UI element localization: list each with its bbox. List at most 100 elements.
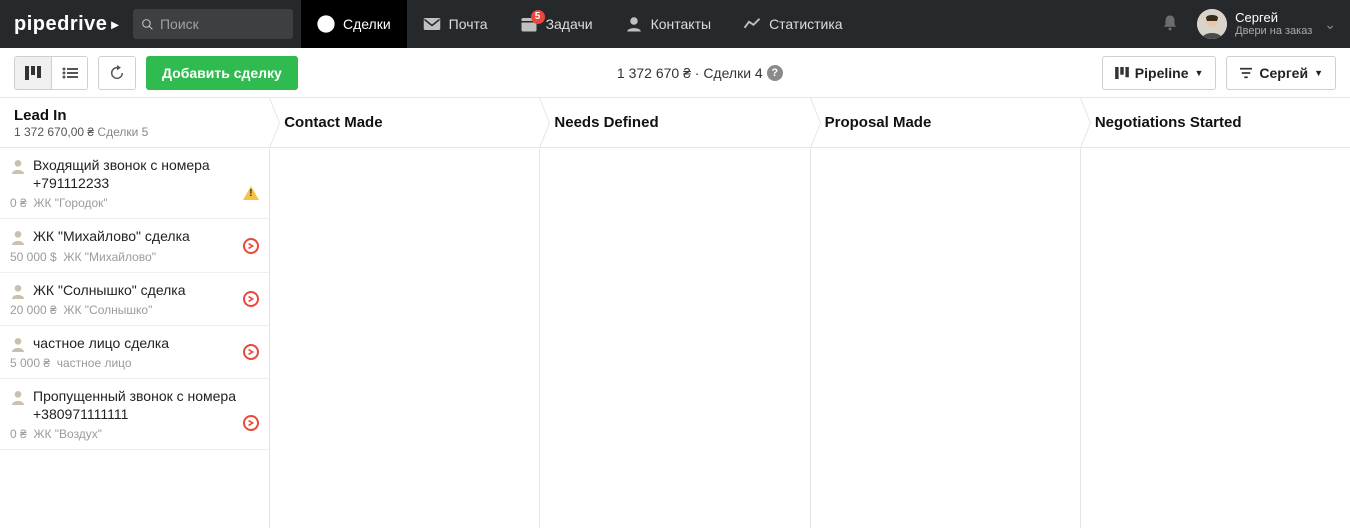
nav-deals[interactable]: $ Сделки — [301, 0, 407, 48]
deal-meta: 0 ₴ ЖК "Городок" — [10, 196, 259, 210]
list-icon — [62, 67, 78, 79]
deal-card[interactable]: частное лицо сделка 5 000 ₴ частное лицо — [0, 326, 269, 379]
stage-title: Negotiations Started — [1095, 114, 1336, 131]
deal-meta: 20 000 ₴ ЖК "Солнышко" — [10, 303, 259, 317]
deal-value: 0 ₴ — [10, 427, 27, 441]
envelope-icon — [423, 15, 441, 33]
nav-label: Статистика — [769, 16, 843, 32]
stage-lead-in: Lead In 1 372 670,00 ₴ Сделки 5 Входящий… — [0, 98, 270, 528]
deal-meta: 5 000 ₴ частное лицо — [10, 356, 259, 370]
pipeline-select[interactable]: Pipeline ▼ — [1102, 56, 1217, 90]
chevron-down-icon: ⌄ — [1320, 16, 1336, 33]
stage-header[interactable]: Proposal Made — [811, 98, 1080, 148]
stage-cards: Входящий звонок с номера +791112233 0 ₴ Ж… — [0, 148, 269, 528]
notifications-button[interactable] — [1147, 14, 1193, 35]
overdue-icon — [243, 291, 259, 307]
view-kanban-button[interactable] — [15, 57, 51, 89]
nav-label: Сделки — [343, 16, 391, 32]
kanban-small-icon — [1115, 67, 1129, 79]
deal-meta: 0 ₴ ЖК "Воздух" — [10, 427, 259, 441]
person-avatar-icon — [10, 158, 26, 174]
user-menu[interactable]: Сергей Двери на заказ ⌄ — [1193, 9, 1350, 39]
chart-line-icon — [743, 15, 761, 33]
nav-label: Почта — [449, 16, 488, 32]
stage-proposal-made: Proposal Made — [811, 98, 1081, 528]
nav-contacts[interactable]: Контакты — [609, 0, 727, 48]
deal-value: 50 000 $ — [10, 250, 57, 264]
deal-title: Входящий звонок с номера +791112233 — [33, 156, 259, 192]
stage-contact-made: Contact Made — [270, 98, 540, 528]
deal-org: ЖК "Михайлово" — [63, 250, 156, 264]
stage-header[interactable]: Negotiations Started — [1081, 98, 1350, 148]
currency-circle-icon: $ — [317, 15, 335, 33]
brand-logo[interactable]: pipedrive▸ — [0, 13, 133, 36]
deal-card[interactable]: Входящий звонок с номера +791112233 0 ₴ Ж… — [0, 148, 269, 219]
deal-title: ЖК "Солнышко" сделка — [33, 281, 208, 299]
kanban-icon — [25, 66, 41, 80]
deal-value: 0 ₴ — [10, 196, 27, 210]
brand-arrow-icon: ▸ — [111, 16, 119, 33]
deal-title: частное лицо сделка — [33, 334, 191, 352]
stage-needs-defined: Needs Defined — [540, 98, 810, 528]
nav-label: Контакты — [651, 16, 711, 32]
brand-text: pipedrive — [14, 13, 107, 36]
tasks-badge: 5 — [531, 10, 545, 24]
warning-icon — [243, 186, 259, 200]
deal-value: 5 000 ₴ — [10, 356, 50, 370]
stage-cards — [270, 148, 539, 528]
stage-subtitle: 1 372 670,00 ₴ Сделки 5 — [14, 125, 255, 139]
search-icon — [141, 17, 154, 32]
stage-cards — [1081, 148, 1350, 528]
nav-label: Задачи — [546, 16, 593, 32]
nav-tasks[interactable]: 5 Задачи — [504, 0, 609, 48]
stage-title: Needs Defined — [554, 114, 795, 131]
person-icon — [625, 15, 643, 33]
stage-header[interactable]: Contact Made — [270, 98, 539, 148]
deal-card[interactable]: ЖК "Михайлово" сделка 50 000 $ ЖК "Михайл… — [0, 219, 269, 272]
stage-title: Lead In — [14, 107, 255, 124]
stage-header[interactable]: Lead In 1 372 670,00 ₴ Сделки 5 — [0, 98, 269, 148]
person-avatar-icon — [10, 229, 26, 245]
view-list-button[interactable] — [51, 57, 87, 89]
overdue-icon — [243, 415, 259, 431]
owner-filter-label: Сергей — [1259, 65, 1308, 81]
person-avatar-icon — [10, 283, 26, 299]
deal-value: 20 000 ₴ — [10, 303, 57, 317]
deal-meta: 50 000 $ ЖК "Михайлово" — [10, 250, 259, 264]
person-avatar-icon — [10, 336, 26, 352]
person-avatar-icon — [10, 389, 26, 405]
add-deal-button[interactable]: Добавить сделку — [146, 56, 298, 90]
search-box[interactable] — [133, 9, 293, 39]
deal-org: ЖК "Воздух" — [33, 427, 102, 441]
deal-card[interactable]: Пропущенный звонок с номера +38097111111… — [0, 379, 269, 450]
deal-org: частное лицо — [57, 356, 132, 370]
stage-amount: 1 372 670,00 ₴ — [14, 125, 94, 139]
refresh-button[interactable] — [99, 57, 135, 89]
owner-filter[interactable]: Сергей ▼ — [1226, 56, 1336, 90]
deal-card[interactable]: ЖК "Солнышко" сделка 20 000 ₴ ЖК "Солнышк… — [0, 273, 269, 326]
deal-title: ЖК "Михайлово" сделка — [33, 227, 212, 245]
caret-down-icon: ▼ — [1194, 68, 1203, 78]
nav-stats[interactable]: Статистика — [727, 0, 859, 48]
overdue-icon — [243, 344, 259, 360]
stage-negotiations-started: Negotiations Started — [1081, 98, 1350, 528]
toolbar: Добавить сделку 1 372 670 ₴ · Сделки 4 ?… — [0, 48, 1350, 98]
view-switch-group — [14, 56, 88, 90]
help-icon[interactable]: ? — [767, 65, 783, 81]
search-input[interactable] — [160, 16, 285, 32]
stage-title: Proposal Made — [825, 114, 1066, 131]
stage-cards — [811, 148, 1080, 528]
deal-title: Пропущенный звонок с номера +38097111111… — [33, 387, 259, 423]
avatar — [1197, 9, 1227, 39]
stage-header[interactable]: Needs Defined — [540, 98, 809, 148]
user-text: Сергей Двери на заказ — [1235, 11, 1312, 37]
overdue-icon — [243, 238, 259, 254]
top-nav: pipedrive▸ $ Сделки Почта 5 Задачи Конта… — [0, 0, 1350, 48]
stage-cards — [540, 148, 809, 528]
toolbar-right: Pipeline ▼ Сергей ▼ — [1102, 56, 1336, 90]
pipeline-summary: 1 372 670 ₴ · Сделки 4 ? — [308, 65, 1092, 81]
refresh-group — [98, 56, 136, 90]
stage-count: Сделки 5 — [97, 125, 148, 139]
refresh-icon — [109, 65, 125, 81]
nav-mail[interactable]: Почта — [407, 0, 504, 48]
